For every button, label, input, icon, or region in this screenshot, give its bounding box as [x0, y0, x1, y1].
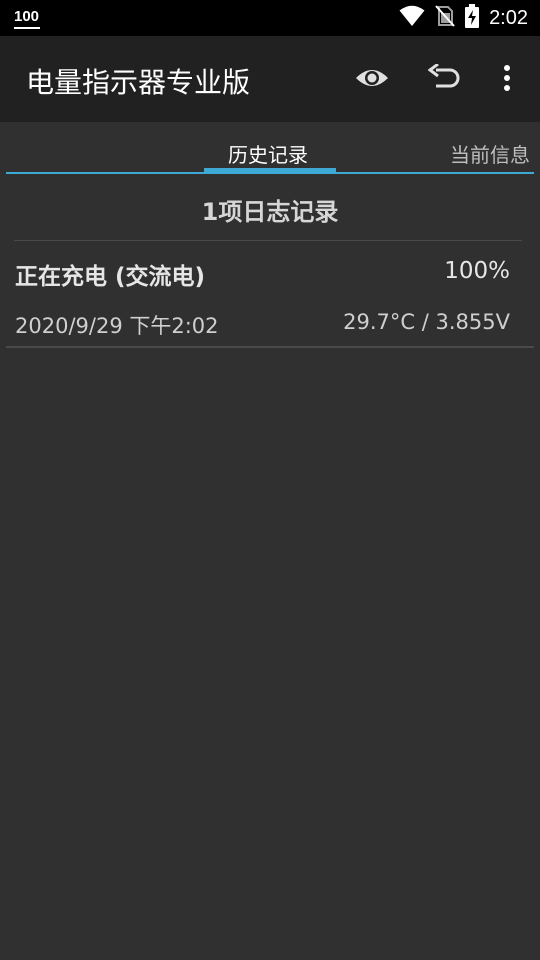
tab-history[interactable]: 历史记录 — [228, 139, 308, 168]
eye-icon — [354, 66, 390, 94]
entry-temperature-voltage: 29.7°C / 3.855V — [343, 310, 510, 334]
tab-strip: 历史记录 当前信息 — [0, 122, 540, 176]
app-title: 电量指示器专业版 — [26, 66, 251, 99]
entry-timestamp: 2020/9/29 下午2:02 — [15, 314, 219, 338]
status-percent-underline — [14, 27, 40, 29]
status-battery-percent: 100 — [14, 8, 40, 29]
status-time: 2:02 — [489, 6, 528, 29]
no-sim-icon — [435, 5, 455, 31]
more-options-button[interactable] — [485, 58, 529, 102]
tab-current-info[interactable]: 当前信息 — [450, 139, 530, 168]
undo-button[interactable] — [422, 58, 466, 102]
battery-percent-text: 100 — [14, 8, 40, 25]
app-bar: 电量指示器专业版 — [0, 36, 540, 122]
eye-button[interactable] — [350, 58, 394, 102]
log-entry[interactable]: 正在充电 (交流电) 100% 2020/9/29 下午2:02 29.7°C … — [0, 241, 540, 347]
undo-icon — [427, 62, 460, 96]
status-bar: 100 2:02 — [0, 0, 540, 36]
tab-underline — [6, 172, 534, 174]
entry-charging-status: 正在充电 (交流电) — [15, 264, 206, 290]
battery-charging-icon — [465, 4, 480, 32]
tab-selected-indicator — [204, 168, 336, 172]
log-count-heading: 1项日志记录 — [201, 198, 339, 226]
more-vert-icon — [503, 65, 511, 95]
status-icons: 2:02 — [399, 4, 528, 32]
divider — [6, 346, 534, 348]
entry-battery-level: 100% — [444, 258, 510, 284]
wifi-icon — [399, 5, 425, 31]
